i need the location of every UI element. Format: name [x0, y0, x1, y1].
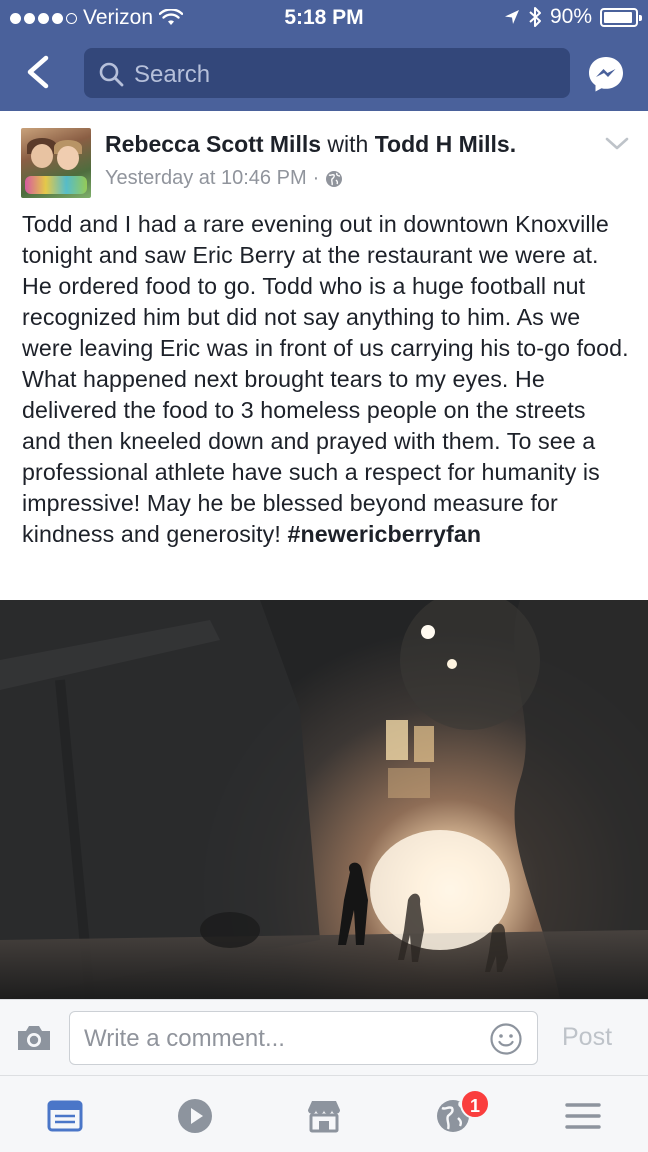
post-photo[interactable]: [0, 600, 648, 999]
post-body: Todd and I had a rare evening out in dow…: [22, 209, 630, 550]
post-timestamp[interactable]: Yesterday at 10:46 PM: [105, 167, 307, 190]
comment-input[interactable]: Write a comment...: [69, 1011, 538, 1065]
night-street-photo: [0, 600, 648, 999]
notifications-badge: 1: [460, 1089, 490, 1119]
meta-separator: ·: [312, 167, 320, 189]
video-play-icon[interactable]: [175, 1096, 215, 1136]
post-body-text: Todd and I had a rare evening out in dow…: [22, 211, 629, 547]
status-right: 90%: [504, 5, 642, 29]
tab-bar: [0, 1075, 648, 1152]
hashtag-link[interactable]: #newericberryfan: [287, 521, 481, 547]
search-icon: [99, 62, 124, 87]
messenger-icon[interactable]: [586, 54, 626, 94]
search-placeholder: Search: [134, 61, 211, 88]
post-header: Rebecca Scott Mills with Todd H Mills. Y…: [0, 111, 648, 201]
news-feed-icon[interactable]: [45, 1096, 85, 1136]
with-label: with: [327, 131, 369, 157]
search-bar[interactable]: Search: [84, 48, 570, 98]
marketplace-icon[interactable]: [304, 1096, 344, 1136]
globe-icon: [326, 170, 343, 187]
top-bar: Verizon 5:18 PM 90% Search: [0, 0, 648, 111]
post-button[interactable]: Post: [562, 1023, 612, 1052]
comment-placeholder: Write a comment...: [84, 1025, 285, 1052]
status-bar: Verizon 5:18 PM 90%: [0, 0, 648, 36]
emoji-icon[interactable]: [489, 1022, 523, 1056]
battery-icon: [600, 7, 642, 27]
camera-icon[interactable]: [16, 1024, 52, 1052]
post-author-line: Rebecca Scott Mills with Todd H Mills.: [105, 131, 516, 158]
location-arrow-icon: [504, 10, 519, 24]
post-meta: Yesterday at 10:46 PM ·: [105, 167, 343, 190]
nav-bar: Search: [0, 44, 648, 104]
comment-bar: Write a comment... Post: [0, 999, 648, 1075]
back-arrow-icon[interactable]: [20, 52, 56, 92]
bluetooth-icon: [529, 7, 541, 27]
tagged-name[interactable]: Todd H Mills.: [375, 131, 516, 157]
author-avatar[interactable]: [21, 128, 91, 198]
menu-icon[interactable]: [563, 1096, 603, 1136]
chevron-down-icon[interactable]: [604, 135, 630, 153]
author-name[interactable]: Rebecca Scott Mills: [105, 131, 321, 157]
battery-percent: 90%: [549, 5, 592, 28]
